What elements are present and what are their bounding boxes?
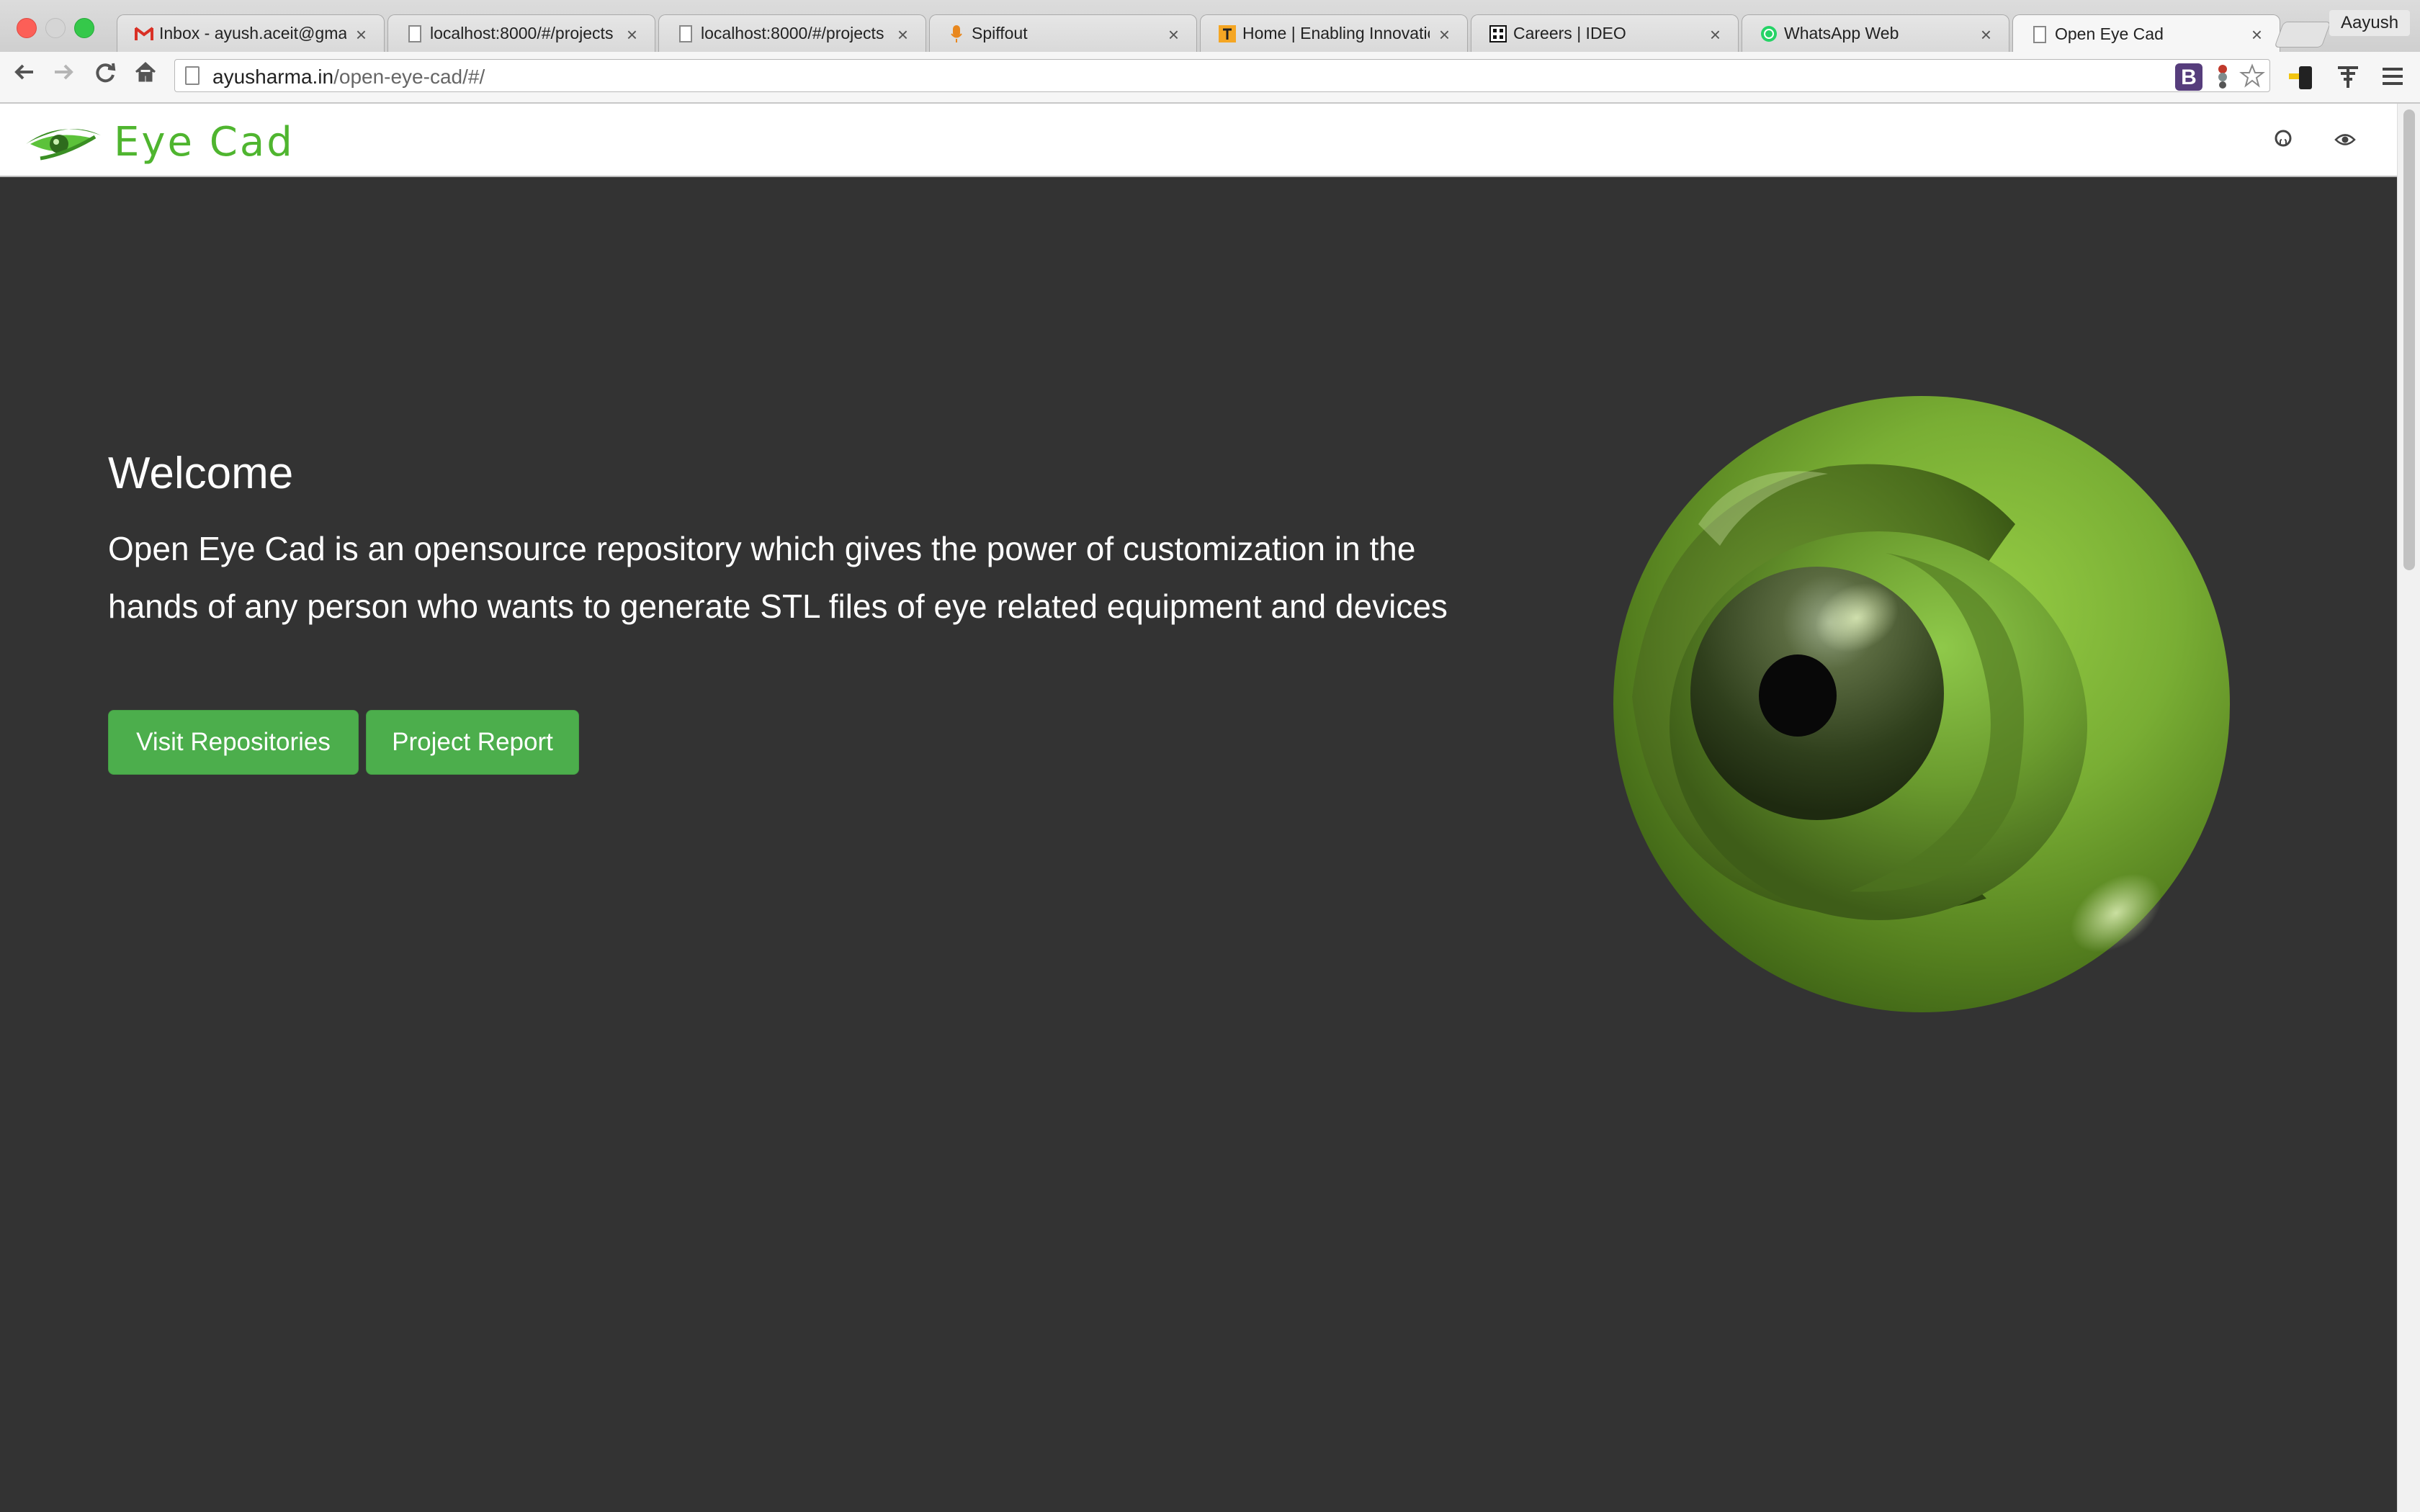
tab-whatsapp[interactable]: WhatsApp Web × <box>1742 14 2009 52</box>
tab-localhost-2[interactable]: localhost:8000/#/projects × <box>658 14 926 52</box>
site-navbar: Eye Cad <box>0 104 2397 177</box>
browser-toolbar: ayusharma.in/open-eye-cad/#/ B <box>0 52 2420 104</box>
project-report-button[interactable]: Project Report <box>366 710 579 775</box>
forward-arrow-icon[interactable] <box>48 59 79 91</box>
extension-traffic-icon[interactable] <box>2212 64 2233 89</box>
reload-icon[interactable] <box>89 59 121 91</box>
home-icon[interactable] <box>130 59 161 91</box>
tab-title: Home | Enabling Innovation <box>1242 24 1430 42</box>
eye-logo-icon <box>26 129 101 161</box>
window-zoom-button[interactable] <box>74 18 94 38</box>
page-icon <box>405 24 424 43</box>
eye-icon[interactable] <box>2332 128 2358 154</box>
tab-close-icon[interactable]: × <box>627 24 637 46</box>
tab-title: Open Eye Cad <box>2055 24 2164 43</box>
page-info-icon <box>185 66 200 85</box>
window-close-button[interactable] <box>17 18 37 38</box>
tab-close-icon[interactable]: × <box>897 24 908 46</box>
new-tab-button[interactable] <box>2274 22 2331 48</box>
scrollbar-thumb[interactable] <box>2403 109 2415 570</box>
pupil-shape <box>1759 654 1837 737</box>
tab-localhost-1[interactable]: localhost:8000/#/projects × <box>387 14 655 52</box>
whatsapp-icon <box>1760 24 1778 43</box>
tab-title: localhost:8000/#/projects <box>701 24 884 42</box>
gmail-icon <box>135 24 153 43</box>
tab-close-icon[interactable]: × <box>356 24 367 46</box>
tab-gmail[interactable]: Inbox - ayush.aceit@gmail.com × <box>117 14 385 52</box>
address-bar[interactable]: ayusharma.in/open-eye-cad/#/ <box>174 59 2270 92</box>
eye-illustration <box>1613 396 2230 1012</box>
extension-phone-icon[interactable] <box>2287 63 2316 92</box>
tab-title: Spiffout <box>972 24 1028 42</box>
window-minimize-button[interactable] <box>45 18 66 38</box>
back-arrow-icon[interactable] <box>9 59 40 91</box>
tab-title: localhost:8000/#/projects <box>430 24 614 42</box>
page-scrollbar[interactable] <box>2397 104 2420 1512</box>
tab-spiffout[interactable]: Spiffout × <box>929 14 1197 52</box>
page-icon <box>676 24 695 43</box>
tab-close-icon[interactable]: × <box>2251 24 2262 46</box>
brand-logo[interactable]: Eye Cad <box>23 119 295 166</box>
brand-text: Eye Cad <box>114 118 295 166</box>
profile-button[interactable]: Aayush <box>2329 10 2411 36</box>
ideo-icon <box>1489 24 1507 43</box>
bootstrap-extension-icon[interactable]: B <box>2175 63 2202 91</box>
tab-close-icon[interactable]: × <box>1981 24 1991 46</box>
tab-ideo-careers[interactable]: Careers | IDEO × <box>1471 14 1739 52</box>
browser-tab-strip: Inbox - ayush.aceit@gmail.com × localhos… <box>0 0 2420 53</box>
page-icon <box>2030 25 2049 44</box>
url-text: ayusharma.in/open-eye-cad/#/ <box>212 66 485 88</box>
extension-pipe-icon[interactable] <box>2334 62 2362 91</box>
enabling-icon <box>1218 24 1237 43</box>
tab-title: WhatsApp Web <box>1784 24 1899 42</box>
hero-description: Open Eye Cad is an opensource repository… <box>108 530 1448 625</box>
bookmark-star-icon[interactable] <box>2239 63 2265 89</box>
tab-open-eye-cad[interactable]: Open Eye Cad × <box>2012 14 2280 53</box>
tab-close-icon[interactable]: × <box>1168 24 1179 46</box>
menu-icon[interactable] <box>2378 62 2407 91</box>
tab-enabling-innovation[interactable]: Home | Enabling Innovation × <box>1200 14 1468 52</box>
tab-title: Inbox - ayush.aceit@gmail.com <box>159 24 346 42</box>
tab-close-icon[interactable]: × <box>1710 24 1721 46</box>
page-title: Welcome <box>108 449 294 498</box>
microphone-icon <box>947 24 966 43</box>
tab-title: Careers | IDEO <box>1513 24 1626 42</box>
visit-repositories-button[interactable]: Visit Repositories <box>108 710 359 775</box>
tab-close-icon[interactable]: × <box>1439 24 1450 46</box>
github-icon[interactable] <box>2270 128 2296 154</box>
